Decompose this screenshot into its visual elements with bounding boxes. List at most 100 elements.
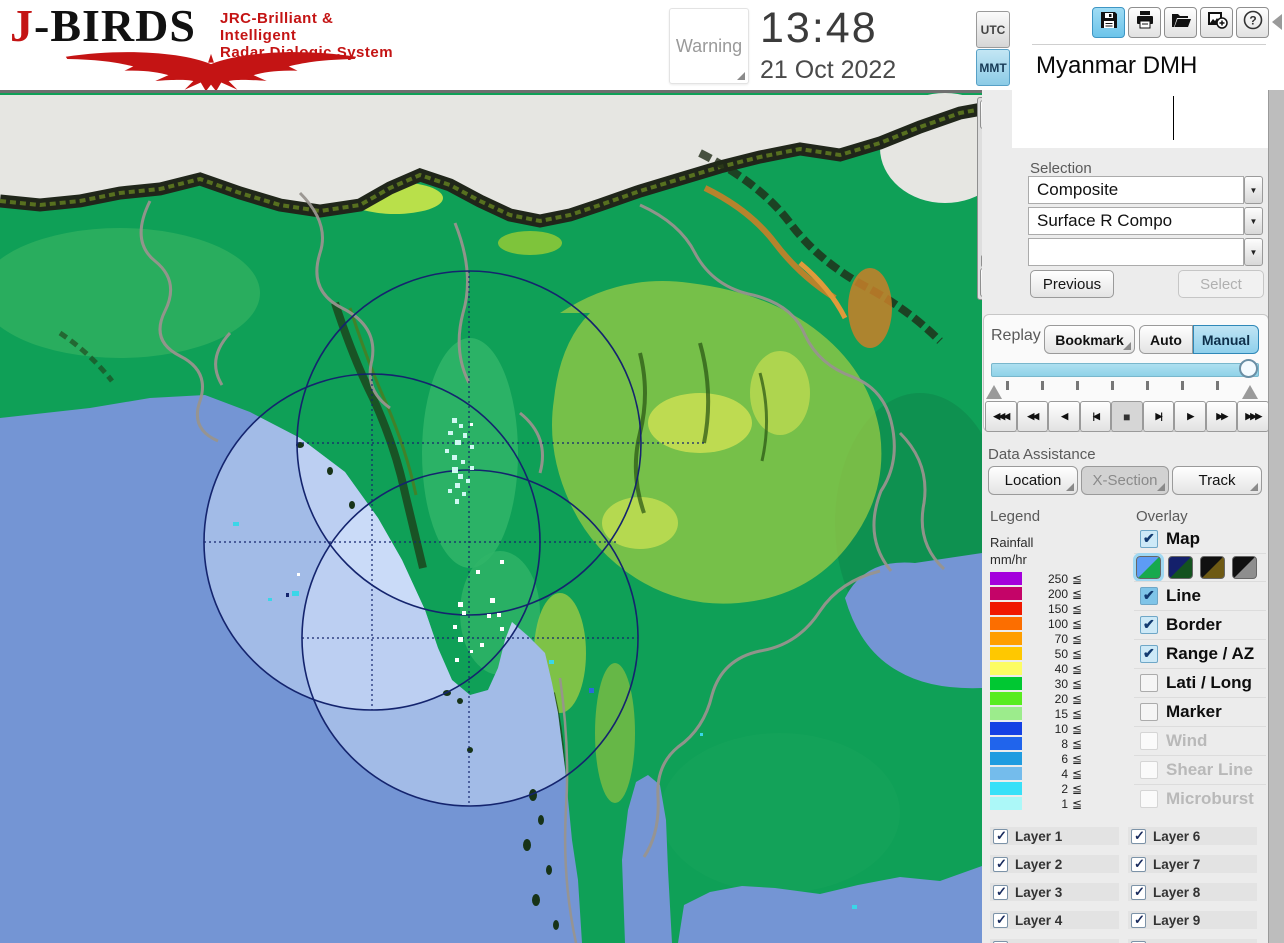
overlay-list: MapLineBorderRange / AZLati / LongMarker… [1134, 524, 1266, 813]
line-checkbox[interactable] [1140, 587, 1158, 605]
utc-toggle-button[interactable]: UTC [976, 11, 1010, 48]
legend-suffix: ≦ [1072, 782, 1082, 796]
map-style-navy-darkgreen[interactable] [1168, 556, 1193, 579]
rainfall-legend: Rainfall mm/hr 250≦200≦150≦100≦70≦50≦40≦… [990, 534, 1110, 811]
marker-checkbox[interactable] [1140, 703, 1158, 721]
station-field[interactable] [1012, 90, 1268, 148]
playback-button-rewind[interactable]: ◀◀ [1017, 401, 1049, 432]
sidebar: Selection Composite ▼ Surface R Compo ▼ … [982, 90, 1284, 943]
map-style-black-olive[interactable] [1200, 556, 1225, 579]
layer-2-checkbox[interactable] [993, 857, 1008, 872]
legend-value: 200 [1024, 587, 1068, 601]
layer-row: Layer 9 [1128, 911, 1257, 929]
open-folder-button[interactable] [1164, 7, 1197, 38]
replay-start-marker[interactable] [986, 385, 1002, 399]
overlay-label: Overlay [1136, 508, 1188, 525]
overlay-item-label: Lati / Long [1166, 673, 1252, 693]
data-assistance-x-section-button[interactable]: X-Section [1081, 466, 1169, 495]
save-button[interactable] [1092, 7, 1125, 38]
layer-label: Layer 2 [1015, 857, 1062, 872]
legend-color-swatch [990, 797, 1022, 810]
data-assistance-track-button[interactable]: Track [1172, 466, 1262, 495]
layer-4-checkbox[interactable] [993, 913, 1008, 928]
replay-timeline-slider[interactable] [991, 363, 1259, 377]
legend-color-swatch [990, 617, 1022, 630]
slider-tick [1146, 381, 1149, 390]
legend-row: 10≦ [990, 721, 1110, 736]
jbirds-logo: J-BIRDS JRC-Brilliant & Intelligent Rada… [10, 2, 410, 90]
selection-dropdown-2-arrow[interactable]: ▼ [1244, 207, 1263, 235]
selection-dropdown-1-arrow[interactable]: ▼ [1244, 176, 1263, 204]
selection-dropdown-3[interactable] [1028, 238, 1244, 266]
map-style-blue-green[interactable] [1136, 556, 1161, 579]
replay-end-marker[interactable] [1242, 385, 1258, 399]
layer-3-checkbox[interactable] [993, 885, 1008, 900]
playback-button-skip-start[interactable]: |◀ [1080, 401, 1112, 432]
layer-label: Layer 6 [1153, 829, 1200, 844]
overlay-item-label: Shear Line [1166, 760, 1253, 780]
map-style-black-gray[interactable] [1232, 556, 1257, 579]
selection-dropdown-2[interactable]: Surface R Compo [1028, 207, 1244, 235]
layer-7-checkbox[interactable] [1131, 857, 1146, 872]
shear-line-checkbox [1140, 761, 1158, 779]
radar-map[interactable] [0, 93, 982, 943]
collapse-panel-arrow-icon[interactable] [1272, 14, 1282, 30]
text-cursor [1173, 96, 1174, 140]
playback-button-play[interactable]: ▶ [1174, 401, 1206, 432]
clock-date: 21 Oct 2022 [760, 56, 896, 85]
legend-value: 8 [1024, 737, 1068, 751]
legend-row: 30≦ [990, 676, 1110, 691]
selection-dropdown-3-arrow[interactable]: ▼ [1244, 238, 1263, 266]
overlay-row-border: Border [1134, 610, 1266, 639]
replay-slider-thumb[interactable] [1239, 359, 1258, 378]
layer-row: Layer 6 [1128, 827, 1257, 845]
help-button[interactable]: ? [1236, 7, 1269, 38]
layer-label: Layer 3 [1015, 885, 1062, 900]
playback-button-skip-end[interactable]: ▶| [1143, 401, 1175, 432]
legend-suffix: ≦ [1072, 602, 1082, 616]
select-button[interactable]: Select [1178, 270, 1264, 298]
jbirds-app: J-BIRDS JRC-Brilliant & Intelligent Rada… [0, 0, 1284, 943]
selection-dropdown-1[interactable]: Composite [1028, 176, 1244, 204]
warning-button[interactable]: Warning [669, 8, 749, 84]
previous-button[interactable]: Previous [1030, 270, 1114, 298]
data-assistance-location-button[interactable]: Location [988, 466, 1078, 495]
playback-button-step-back[interactable]: ◀ [1048, 401, 1080, 432]
overlay-row-map: Map [1134, 524, 1266, 553]
map-checkbox[interactable] [1140, 530, 1158, 548]
auto-mode-button[interactable]: Auto [1139, 325, 1193, 354]
legend-row: 50≦ [990, 646, 1110, 661]
range-az-checkbox[interactable] [1140, 645, 1158, 663]
data-assistance-label: Data Assistance [988, 446, 1096, 463]
chevron-down-icon: ▼ [1250, 217, 1258, 226]
layer-6-checkbox[interactable] [1131, 829, 1146, 844]
playback-button-forward-fast[interactable]: ▶▶▶ [1237, 401, 1269, 432]
mmt-toggle-button[interactable]: MMT [976, 49, 1010, 86]
legend-value: 15 [1024, 707, 1068, 721]
open-folder-icon [1169, 8, 1193, 37]
legend-value: 20 [1024, 692, 1068, 706]
help-icon: ? [1241, 8, 1265, 37]
layer-1-checkbox[interactable] [993, 829, 1008, 844]
legend-color-swatch [990, 587, 1022, 600]
add-image-button[interactable] [1200, 7, 1233, 38]
playback-button-rewind-fast[interactable]: ◀◀◀ [985, 401, 1017, 432]
replay-panel: Replay Bookmark Auto Manual ◀◀◀◀◀◀|◀■▶|▶… [983, 314, 1269, 432]
replay-label: Replay [991, 327, 1041, 345]
legend-color-swatch [990, 572, 1022, 585]
border-checkbox[interactable] [1140, 616, 1158, 634]
playback-button-forward[interactable]: ▶▶ [1206, 401, 1238, 432]
layer-row [990, 939, 1119, 943]
layer-9-checkbox[interactable] [1131, 913, 1146, 928]
print-button[interactable] [1128, 7, 1161, 38]
layer-8-checkbox[interactable] [1131, 885, 1146, 900]
overlay-item-label: Range / AZ [1166, 644, 1254, 664]
slider-tick [1006, 381, 1009, 390]
overlay-row-lati-long: Lati / Long [1134, 668, 1266, 697]
wind-checkbox [1140, 732, 1158, 750]
bookmark-button[interactable]: Bookmark [1044, 325, 1135, 354]
sidebar-scrollbar[interactable] [1268, 90, 1284, 943]
lati-long-checkbox[interactable] [1140, 674, 1158, 692]
playback-button-stop[interactable]: ■ [1111, 401, 1143, 432]
manual-mode-button[interactable]: Manual [1193, 325, 1259, 354]
